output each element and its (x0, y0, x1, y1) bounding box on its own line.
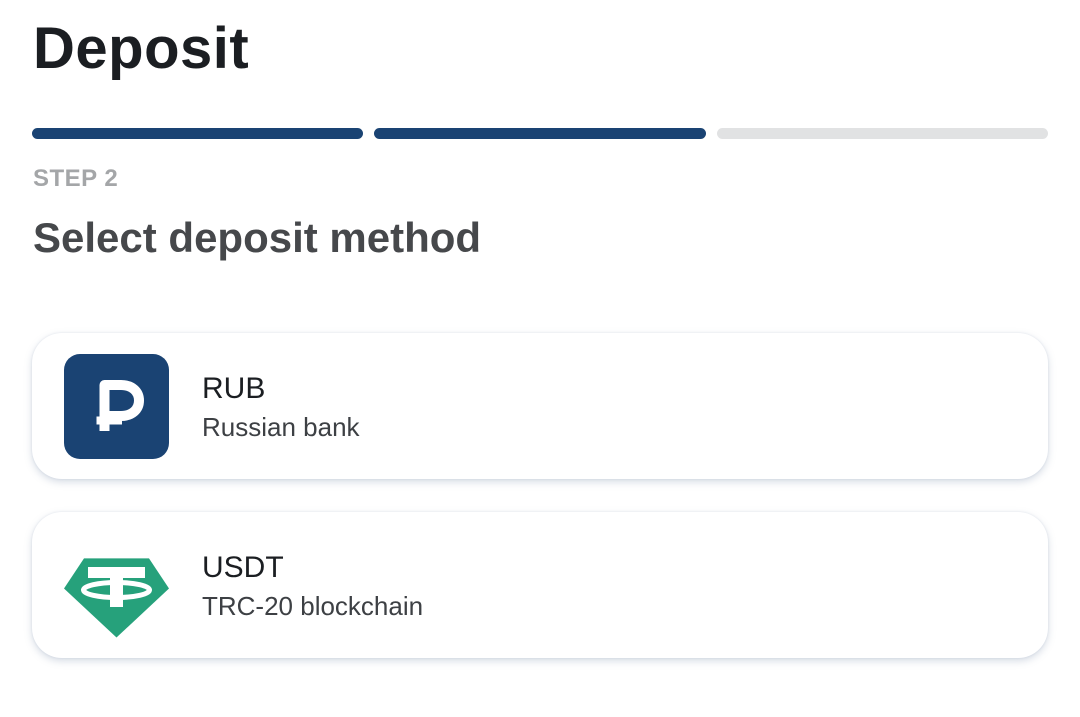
method-name: RUB (202, 372, 266, 405)
section-title: Select deposit method (33, 214, 482, 261)
progress-segment-2 (374, 128, 706, 139)
method-description: TRC-20 blockchain (202, 591, 424, 621)
ruble-icon (64, 354, 169, 459)
tether-glyph (64, 558, 169, 638)
progress-segment-1 (32, 128, 364, 139)
method-name: USDT (202, 551, 284, 584)
step-label: STEP 2 (33, 165, 119, 192)
deposit-method-usdt[interactable]: USDT TRC-20 blockchain (32, 512, 1048, 658)
tether-icon (64, 533, 169, 638)
page-title: Deposit (33, 16, 250, 81)
deposit-method-rub[interactable]: RUB Russian bank (32, 333, 1048, 479)
step-progress-bar (32, 128, 1048, 139)
progress-segment-3 (716, 128, 1048, 139)
method-description: Russian bank (202, 412, 360, 442)
ruble-glyph (96, 380, 144, 431)
deposit-page: Deposit STEP 2 Select deposit method RUB… (0, 0, 1080, 717)
